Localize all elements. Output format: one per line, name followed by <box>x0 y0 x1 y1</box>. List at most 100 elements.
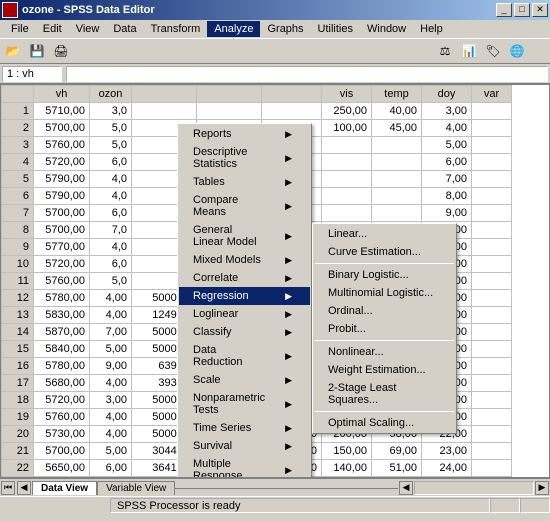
cell[interactable]: 5700,00 <box>34 205 90 222</box>
row-header[interactable]: 15 <box>2 341 34 358</box>
cell[interactable] <box>472 324 512 341</box>
row-header[interactable]: 19 <box>2 409 34 426</box>
menu-item-nonparametric-tests[interactable]: Nonparametric Tests▶ <box>179 389 310 419</box>
cell-name-box[interactable]: 1 : vh <box>2 66 62 82</box>
cell[interactable]: 25,00 <box>422 477 472 479</box>
cell[interactable]: 100,00 <box>322 120 372 137</box>
cell-value-box[interactable] <box>66 66 548 82</box>
menu-item-scale[interactable]: Scale▶ <box>179 371 310 389</box>
cell[interactable]: 5760,00 <box>34 409 90 426</box>
cell[interactable] <box>472 426 512 443</box>
col-header[interactable] <box>132 86 197 103</box>
cell[interactable]: 53,00 <box>372 477 422 479</box>
menu-item-regression[interactable]: Regression▶ <box>179 287 310 305</box>
cell[interactable]: 4,00 <box>90 426 132 443</box>
col-header[interactable]: var <box>472 86 512 103</box>
tag-icon[interactable]: 🏷 <box>482 40 504 62</box>
cell[interactable] <box>472 154 512 171</box>
cell[interactable]: 5710,00 <box>34 103 90 120</box>
menu-graphs[interactable]: Graphs <box>260 21 310 37</box>
menu-item-nonlinear-[interactable]: Nonlinear... <box>314 343 455 361</box>
cell[interactable] <box>472 205 512 222</box>
cell[interactable]: 140,00 <box>322 460 372 477</box>
cell[interactable] <box>322 188 372 205</box>
col-header[interactable] <box>197 86 262 103</box>
menu-edit[interactable]: Edit <box>36 21 69 37</box>
cell[interactable]: 5,0 <box>90 137 132 154</box>
cell[interactable] <box>472 460 512 477</box>
cell[interactable]: 150,00 <box>322 443 372 460</box>
cell[interactable] <box>322 137 372 154</box>
col-header[interactable]: ozon <box>90 86 132 103</box>
menu-window[interactable]: Window <box>360 21 413 37</box>
menu-help[interactable]: Help <box>413 21 450 37</box>
row-header[interactable]: 14 <box>2 324 34 341</box>
cell[interactable]: 6,0 <box>90 256 132 273</box>
menu-analyze[interactable]: Analyze <box>207 21 260 37</box>
menu-item-ordinal-[interactable]: Ordinal... <box>314 302 455 320</box>
row-header[interactable]: 17 <box>2 375 34 392</box>
row-header[interactable]: 7 <box>2 205 34 222</box>
maximize-button[interactable]: □ <box>514 3 530 17</box>
cell[interactable] <box>472 409 512 426</box>
col-header[interactable]: vh <box>34 86 90 103</box>
cell[interactable]: 250,00 <box>322 103 372 120</box>
cell[interactable]: 4,00 <box>90 409 132 426</box>
cell[interactable]: 6,0 <box>90 205 132 222</box>
cell[interactable] <box>322 171 372 188</box>
menu-item-linear-[interactable]: Linear... <box>314 225 455 243</box>
cell[interactable]: 4,0 <box>90 171 132 188</box>
menu-item-multiple-response[interactable]: Multiple Response▶ <box>179 455 310 478</box>
scales-icon[interactable]: ⚖ <box>434 40 456 62</box>
cell[interactable] <box>372 188 422 205</box>
minimize-button[interactable]: _ <box>496 3 512 17</box>
row-header[interactable]: 4 <box>2 154 34 171</box>
cell[interactable]: 6,00 <box>90 460 132 477</box>
tab-nav-prev[interactable]: ◀ <box>17 481 31 495</box>
cell[interactable]: 5730,00 <box>34 426 90 443</box>
row-header[interactable]: 13 <box>2 307 34 324</box>
menu-utilities[interactable]: Utilities <box>311 21 360 37</box>
menu-item-correlate[interactable]: Correlate▶ <box>179 269 310 287</box>
save-icon[interactable]: 💾 <box>26 40 48 62</box>
col-header[interactable]: vis <box>322 86 372 103</box>
menu-item-time-series[interactable]: Time Series▶ <box>179 419 310 437</box>
cell[interactable]: 5650,00 <box>34 460 90 477</box>
cell[interactable]: 5760,00 <box>34 137 90 154</box>
cell[interactable]: 5780,00 <box>34 290 90 307</box>
menu-item-data-reduction[interactable]: Data Reduction▶ <box>179 341 310 371</box>
cell[interactable] <box>372 137 422 154</box>
tab-data-view[interactable]: Data View <box>32 481 97 495</box>
cell[interactable]: 4,0 <box>90 239 132 256</box>
cell[interactable]: 4,00 <box>90 307 132 324</box>
cell[interactable]: 4,00 <box>422 120 472 137</box>
cell[interactable]: 5,0 <box>90 273 132 290</box>
cell[interactable]: 5790,00 <box>34 171 90 188</box>
cell[interactable]: 24,00 <box>422 460 472 477</box>
menu-data[interactable]: Data <box>106 21 143 37</box>
cell[interactable]: 5760,00 <box>34 273 90 290</box>
cell[interactable]: 69,00 <box>372 443 422 460</box>
cell[interactable]: 5,00 <box>422 137 472 154</box>
cell[interactable]: 5700,00 <box>34 120 90 137</box>
cell[interactable] <box>472 358 512 375</box>
scroll-left[interactable]: ◀ <box>399 481 413 495</box>
menu-item-binary-logistic-[interactable]: Binary Logistic... <box>314 266 455 284</box>
row-header[interactable]: 1 <box>2 103 34 120</box>
menu-view[interactable]: View <box>69 21 107 37</box>
cell[interactable] <box>472 290 512 307</box>
row-header[interactable]: 18 <box>2 392 34 409</box>
row-header[interactable]: 20 <box>2 426 34 443</box>
cell[interactable]: 5720,00 <box>34 154 90 171</box>
cell[interactable] <box>132 103 197 120</box>
row-header[interactable]: 23 <box>2 477 34 479</box>
col-header[interactable]: doy <box>422 86 472 103</box>
cell[interactable]: 7,0 <box>90 222 132 239</box>
cell[interactable]: 5680,00 <box>34 375 90 392</box>
cell[interactable]: 5790,00 <box>34 188 90 205</box>
cell[interactable]: 50,00 <box>322 477 372 479</box>
cell[interactable]: 5780,00 <box>34 358 90 375</box>
close-button[interactable]: ✕ <box>532 3 548 17</box>
tab-variable-view[interactable]: Variable View <box>97 481 175 495</box>
row-header[interactable]: 22 <box>2 460 34 477</box>
